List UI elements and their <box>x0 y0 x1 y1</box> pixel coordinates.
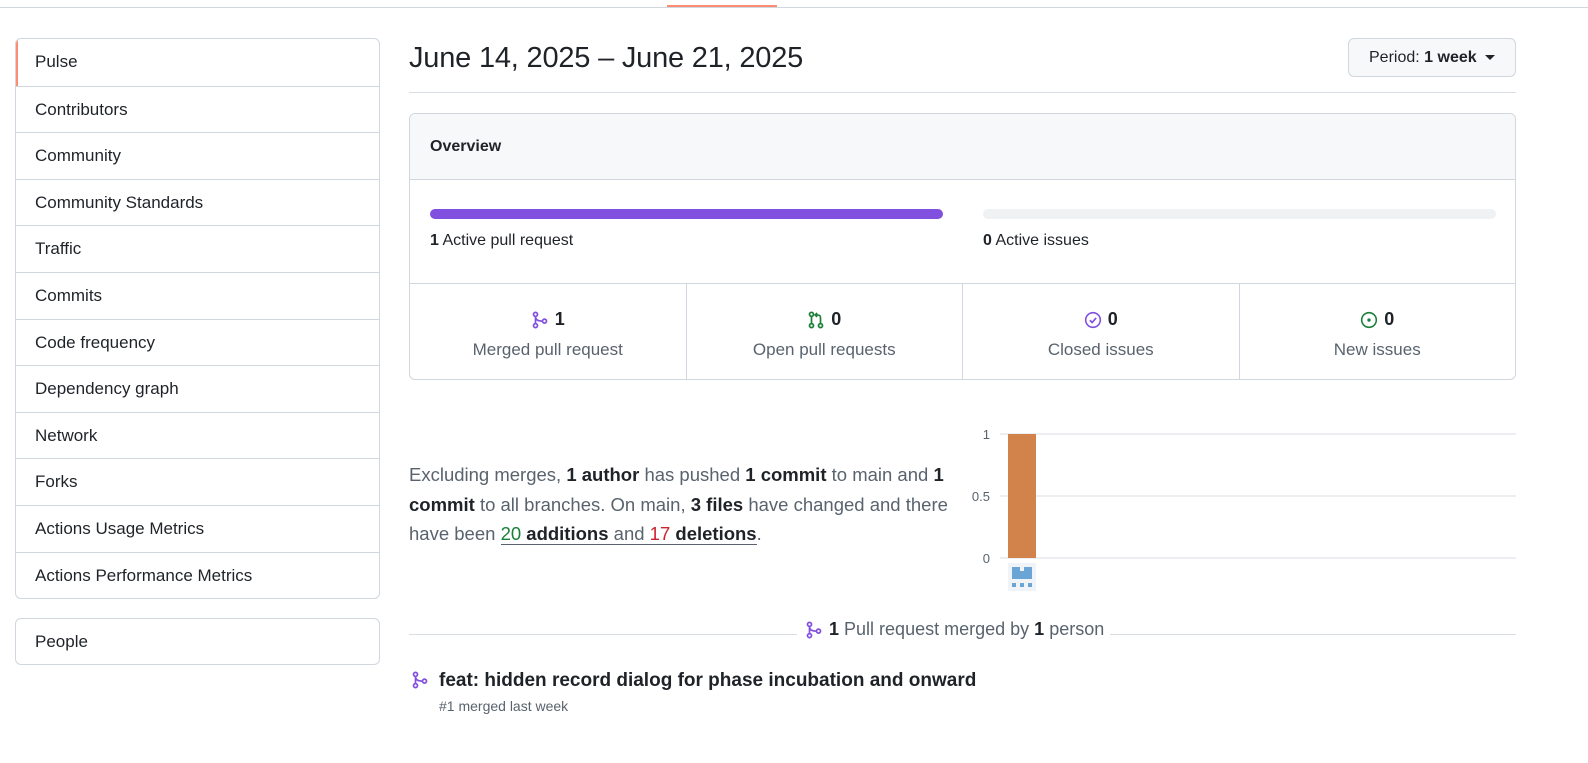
pr-header-text: Pull request merged by <box>844 619 1030 639</box>
contributors-chart: 00.51 <box>972 427 1516 591</box>
date-range-title: June 14, 2025 – June 21, 2025 <box>409 42 804 74</box>
overview-panel: Overview 1 Active pull request 0 Active … <box>409 113 1516 380</box>
chart-bar[interactable] <box>1008 434 1036 558</box>
chart-y-tick-label: 0.5 <box>972 489 990 504</box>
new-count: 0 <box>1384 309 1395 329</box>
issue-closed-icon <box>1084 311 1101 328</box>
pr-count: 1 <box>829 619 840 639</box>
period-value: 1 week <box>1424 49 1477 66</box>
overview-title: Overview <box>410 114 1515 180</box>
new-label: New issues <box>1333 339 1421 359</box>
period-prefix: Period: <box>1369 49 1420 66</box>
active-tab-underline <box>667 5 777 7</box>
sidebar-item-actions-performance-metrics[interactable]: Actions Performance Metrics <box>16 551 379 599</box>
sidebar-item-forks[interactable]: Forks <box>16 458 379 505</box>
stat-merged-pull-requests[interactable]: 1 Merged pull request <box>410 284 686 379</box>
header-divider <box>409 92 1516 93</box>
chart-y-tick-label: 1 <box>983 427 990 442</box>
summary-text: to all branches. On main, <box>479 493 686 515</box>
merged-label: Merged pull request <box>472 339 623 359</box>
pr-people-count: 1 <box>1034 619 1045 639</box>
sidebar-item-code-frequency[interactable]: Code frequency <box>16 318 379 366</box>
open-label: Open pull requests <box>752 339 896 359</box>
diff-stats-link[interactable]: 20 additions and 17 deletions <box>500 523 757 545</box>
closed-label: Closed issues <box>1047 339 1154 359</box>
sidebar-item-community-standards[interactable]: Community Standards <box>16 178 379 226</box>
active-issues-label[interactable]: 0 Active issues <box>983 232 1089 250</box>
summary-text: has pushed <box>644 464 741 485</box>
sidebar-item-traffic[interactable]: Traffic <box>16 225 379 272</box>
summary-authors: 1 author <box>566 464 640 485</box>
pr-meta: #1 merged last week <box>439 698 569 714</box>
sidebar-item-actions-usage-metrics[interactable]: Actions Usage Metrics <box>16 504 379 552</box>
period-dropdown-button[interactable]: Period: 1 week <box>1348 38 1516 77</box>
deletions-label: deletions <box>675 523 757 544</box>
summary-text: to main and <box>831 464 929 485</box>
issue-opened-icon <box>1361 311 1378 328</box>
open-count: 0 <box>831 309 842 329</box>
active-pr-text: Active pull request <box>442 232 574 249</box>
activity-bars: 1 Active pull request 0 Active issues <box>410 180 1515 284</box>
commit-summary: Excluding merges, 1 author has pushed 1 … <box>409 460 969 549</box>
contributor-avatar[interactable] <box>1008 563 1036 591</box>
sidebar-item-pulse[interactable]: Pulse <box>16 39 379 86</box>
stat-closed-issues[interactable]: 0 Closed issues <box>962 284 1239 379</box>
merge-icon <box>806 621 822 638</box>
closed-count: 0 <box>1107 309 1118 329</box>
pr-title-link[interactable]: feat: hidden record dialog for phase inc… <box>439 670 976 692</box>
additions-count: 20 <box>500 523 522 544</box>
active-pr-bar-fill <box>430 209 943 219</box>
stat-new-issues[interactable]: 0 New issues <box>1238 284 1516 379</box>
active-issues-bar <box>983 209 1496 219</box>
caret-down-icon <box>1485 55 1496 61</box>
sidebar-item-contributors[interactable]: Contributors <box>16 85 379 133</box>
summary-files: 3 files <box>690 493 744 515</box>
sidebar-item-network[interactable]: Network <box>16 411 379 459</box>
people-panel: People <box>15 618 380 665</box>
stat-open-pull-requests[interactable]: 0 Open pull requests <box>685 284 963 379</box>
merged-count: 1 <box>554 309 565 329</box>
summary-text: Excluding merges, <box>409 464 562 485</box>
sidebar-item-dependency-graph[interactable]: Dependency graph <box>16 365 379 412</box>
active-issues-text: Active issues <box>995 232 1089 249</box>
chart-y-tick-label: 0 <box>983 551 990 566</box>
active-pr-count: 1 <box>430 232 439 249</box>
additions-label: additions <box>526 523 609 544</box>
sidebar-item-community[interactable]: Community <box>16 132 379 179</box>
top-border <box>0 0 1588 8</box>
merge-icon <box>532 311 548 328</box>
pull-request-icon <box>808 311 824 328</box>
summary-text: and <box>613 523 645 544</box>
insights-sidebar: Pulse Contributors Community Community S… <box>15 38 380 600</box>
summary-commits-main: 1 commit <box>745 464 827 485</box>
deletions-count: 17 <box>649 523 671 544</box>
active-issues-count: 0 <box>983 232 992 249</box>
sidebar-item-commits[interactable]: Commits <box>16 271 379 319</box>
active-pr-bar <box>430 209 943 219</box>
pr-section-header: 1 Pull request merged by 1 person <box>797 619 1111 640</box>
active-pr-label[interactable]: 1 Active pull request <box>430 232 573 250</box>
pr-header-text: person <box>1049 619 1105 639</box>
overview-stats: 1 Merged pull request 0 Open pull reques… <box>410 284 1515 379</box>
summary-text: . <box>756 523 762 544</box>
sidebar-item-people[interactable]: People <box>16 619 379 664</box>
merge-icon <box>412 671 428 689</box>
